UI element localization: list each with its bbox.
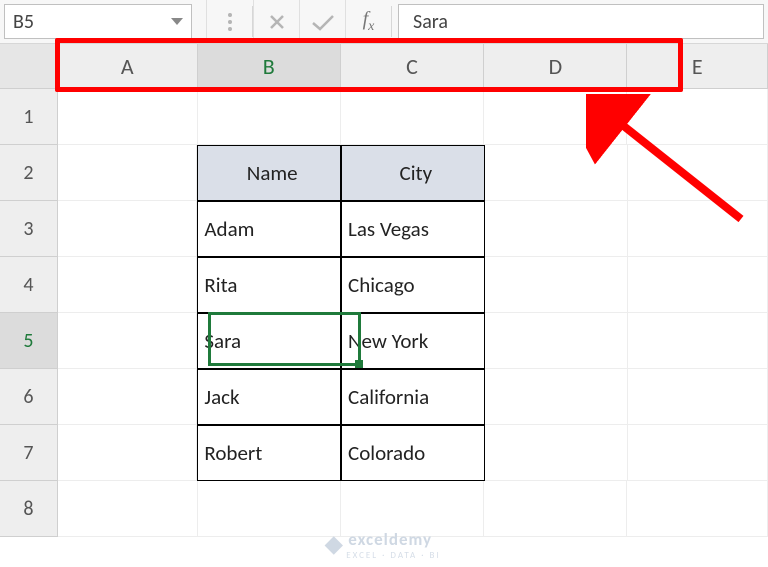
table-row: NameCity (58, 145, 768, 201)
cell-B6[interactable]: Jack (197, 369, 341, 425)
formula-bar: B5 fx Sara (0, 0, 768, 44)
cell-B5[interactable]: Sara (197, 313, 341, 369)
table-row: SaraNew York (58, 313, 768, 369)
cell-C2[interactable]: City (341, 145, 485, 201)
cell-D3[interactable] (485, 201, 628, 257)
table-row: AdamLas Vegas (58, 201, 768, 257)
watermark-brand: exceldemy (348, 529, 440, 550)
cancel-button[interactable] (253, 0, 299, 43)
cell-E5[interactable] (628, 313, 768, 369)
cell-A7[interactable] (58, 425, 197, 481)
table-row: RitaChicago (58, 257, 768, 313)
cell-D5[interactable] (485, 313, 628, 369)
row-header-5[interactable]: 5 (0, 313, 58, 369)
table-row: RobertColorado (58, 425, 768, 481)
cell-E2[interactable] (628, 145, 768, 201)
watermark-tagline: EXCEL · DATA · BI (346, 550, 440, 561)
cell-A8[interactable] (58, 481, 198, 537)
watermark-logo-icon (325, 536, 343, 554)
row-header-3[interactable]: 3 (0, 201, 58, 257)
customize-button[interactable] (206, 0, 252, 43)
cell-D6[interactable] (485, 369, 628, 425)
cell-D2[interactable] (485, 145, 628, 201)
cell-B8[interactable] (198, 481, 341, 537)
cell-D1[interactable] (484, 89, 627, 145)
cell-A1[interactable] (58, 89, 198, 145)
row-headers: 12345678 (0, 89, 58, 537)
cell-C3[interactable]: Las Vegas (341, 201, 485, 257)
row-header-4[interactable]: 4 (0, 257, 58, 313)
cell-C7[interactable]: Colorado (341, 425, 485, 481)
row-header-2[interactable]: 2 (0, 145, 58, 201)
name-box-value: B5 (13, 10, 34, 34)
cell-C4[interactable]: Chicago (341, 257, 485, 313)
column-header-D[interactable]: D (484, 44, 627, 88)
cell-C6[interactable]: California (341, 369, 485, 425)
column-header-A[interactable]: A (58, 44, 198, 88)
cell-A4[interactable] (58, 257, 197, 313)
cell-D7[interactable] (485, 425, 628, 481)
dropdown-icon[interactable] (171, 18, 183, 25)
cell-C5[interactable]: New York (341, 313, 485, 369)
insert-function-button[interactable]: fx (345, 0, 391, 43)
cell-B7[interactable]: Robert (197, 425, 341, 481)
cell-E3[interactable] (628, 201, 768, 257)
cell-B2[interactable]: Name (197, 145, 341, 201)
select-all-corner[interactable] (0, 44, 58, 89)
table-row: JackCalifornia (58, 369, 768, 425)
row-header-1[interactable]: 1 (0, 89, 58, 145)
table-row (58, 89, 768, 145)
column-header-E[interactable]: E (627, 44, 768, 88)
cell-A2[interactable] (58, 145, 197, 201)
cell-A3[interactable] (58, 201, 197, 257)
column-header-C[interactable]: C (341, 44, 484, 88)
row-header-8[interactable]: 8 (0, 481, 58, 537)
formula-input-value: Sara (413, 10, 448, 34)
cell-B3[interactable]: Adam (197, 201, 341, 257)
cell-E1[interactable] (627, 89, 768, 145)
enter-button[interactable] (299, 0, 345, 43)
cell-C1[interactable] (341, 89, 484, 145)
row-header-6[interactable]: 6 (0, 369, 58, 425)
column-headers: ABCDE (58, 44, 768, 89)
cell-D4[interactable] (485, 257, 628, 313)
watermark: exceldemy EXCEL · DATA · BI (327, 529, 440, 561)
cell-E8[interactable] (627, 481, 768, 537)
formula-input[interactable]: Sara (398, 4, 764, 39)
cell-A5[interactable] (58, 313, 197, 369)
cell-B4[interactable]: Rita (197, 257, 341, 313)
name-box[interactable]: B5 (4, 4, 192, 39)
column-header-B[interactable]: B (198, 44, 341, 88)
cells-grid: NameCityAdamLas VegasRitaChicagoSaraNew … (58, 89, 768, 537)
cell-E4[interactable] (628, 257, 768, 313)
cell-B1[interactable] (198, 89, 341, 145)
cell-E7[interactable] (628, 425, 768, 481)
cell-E6[interactable] (628, 369, 768, 425)
fx-icon: fx (363, 8, 375, 35)
cell-D8[interactable] (484, 481, 627, 537)
row-header-7[interactable]: 7 (0, 425, 58, 481)
cell-A6[interactable] (58, 369, 197, 425)
